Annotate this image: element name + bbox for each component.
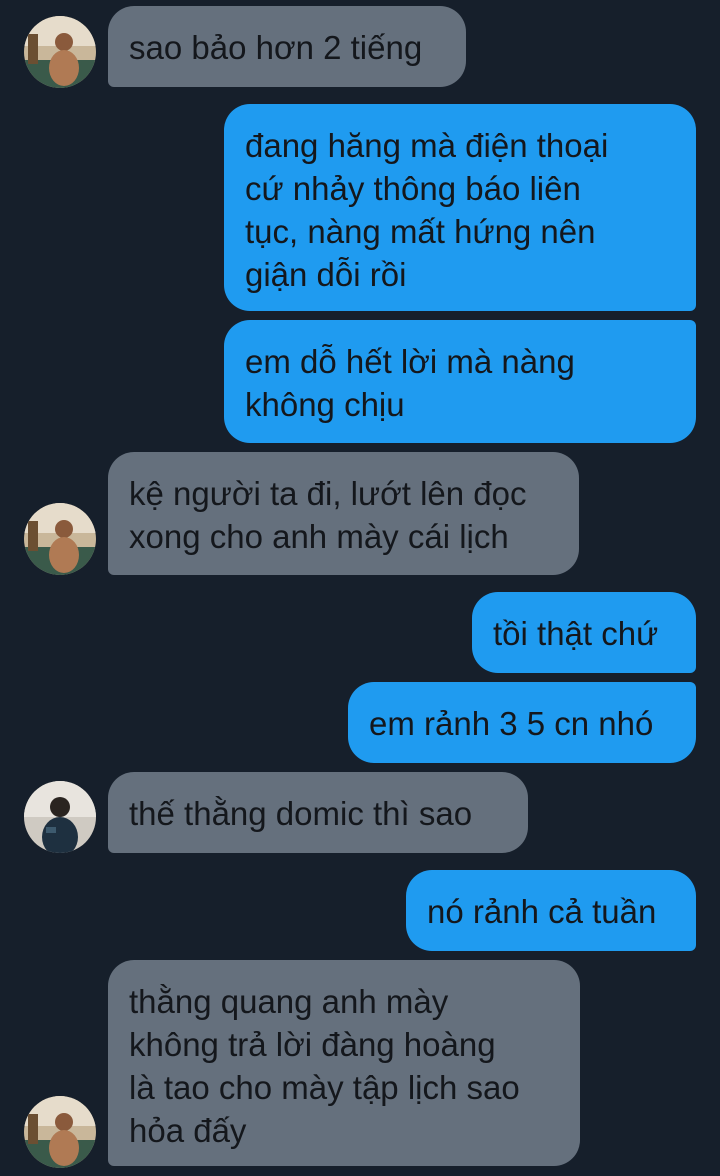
message-bubble-incoming[interactable]: kệ người ta đi, lướt lên đọc xong cho an… xyxy=(108,452,579,575)
message-bubble-incoming[interactable]: thế thằng domic thì sao xyxy=(108,772,528,853)
message-bubble-outgoing[interactable]: nó rảnh cả tuần xyxy=(406,870,696,951)
avatar-photo-icon xyxy=(24,503,96,575)
message-bubble-outgoing[interactable]: đang hăng mà điện thoại cứ nhảy thông bá… xyxy=(224,104,696,311)
avatar-photo-icon xyxy=(24,16,96,88)
message-bubble-outgoing[interactable]: tồi thật chứ xyxy=(472,592,696,673)
message-bubble-outgoing[interactable]: em dỗ hết lời mà nàng không chịu xyxy=(224,320,696,443)
message-bubble-incoming[interactable]: sao bảo hơn 2 tiếng xyxy=(108,6,466,87)
avatar-contact-4[interactable] xyxy=(24,1096,96,1168)
chat-screen: { "colors": { "background": "#161f2b", "… xyxy=(0,0,720,1176)
avatar-photo-icon xyxy=(24,1096,96,1168)
message-bubble-incoming[interactable]: thằng quang anh mày không trả lời đàng h… xyxy=(108,960,580,1166)
message-bubble-outgoing[interactable]: em rảnh 3 5 cn nhó xyxy=(348,682,696,763)
avatar-contact-3[interactable] xyxy=(24,781,96,853)
avatar-contact-2[interactable] xyxy=(24,503,96,575)
avatar-photo-icon xyxy=(24,781,96,853)
avatar-contact-1[interactable] xyxy=(24,16,96,88)
